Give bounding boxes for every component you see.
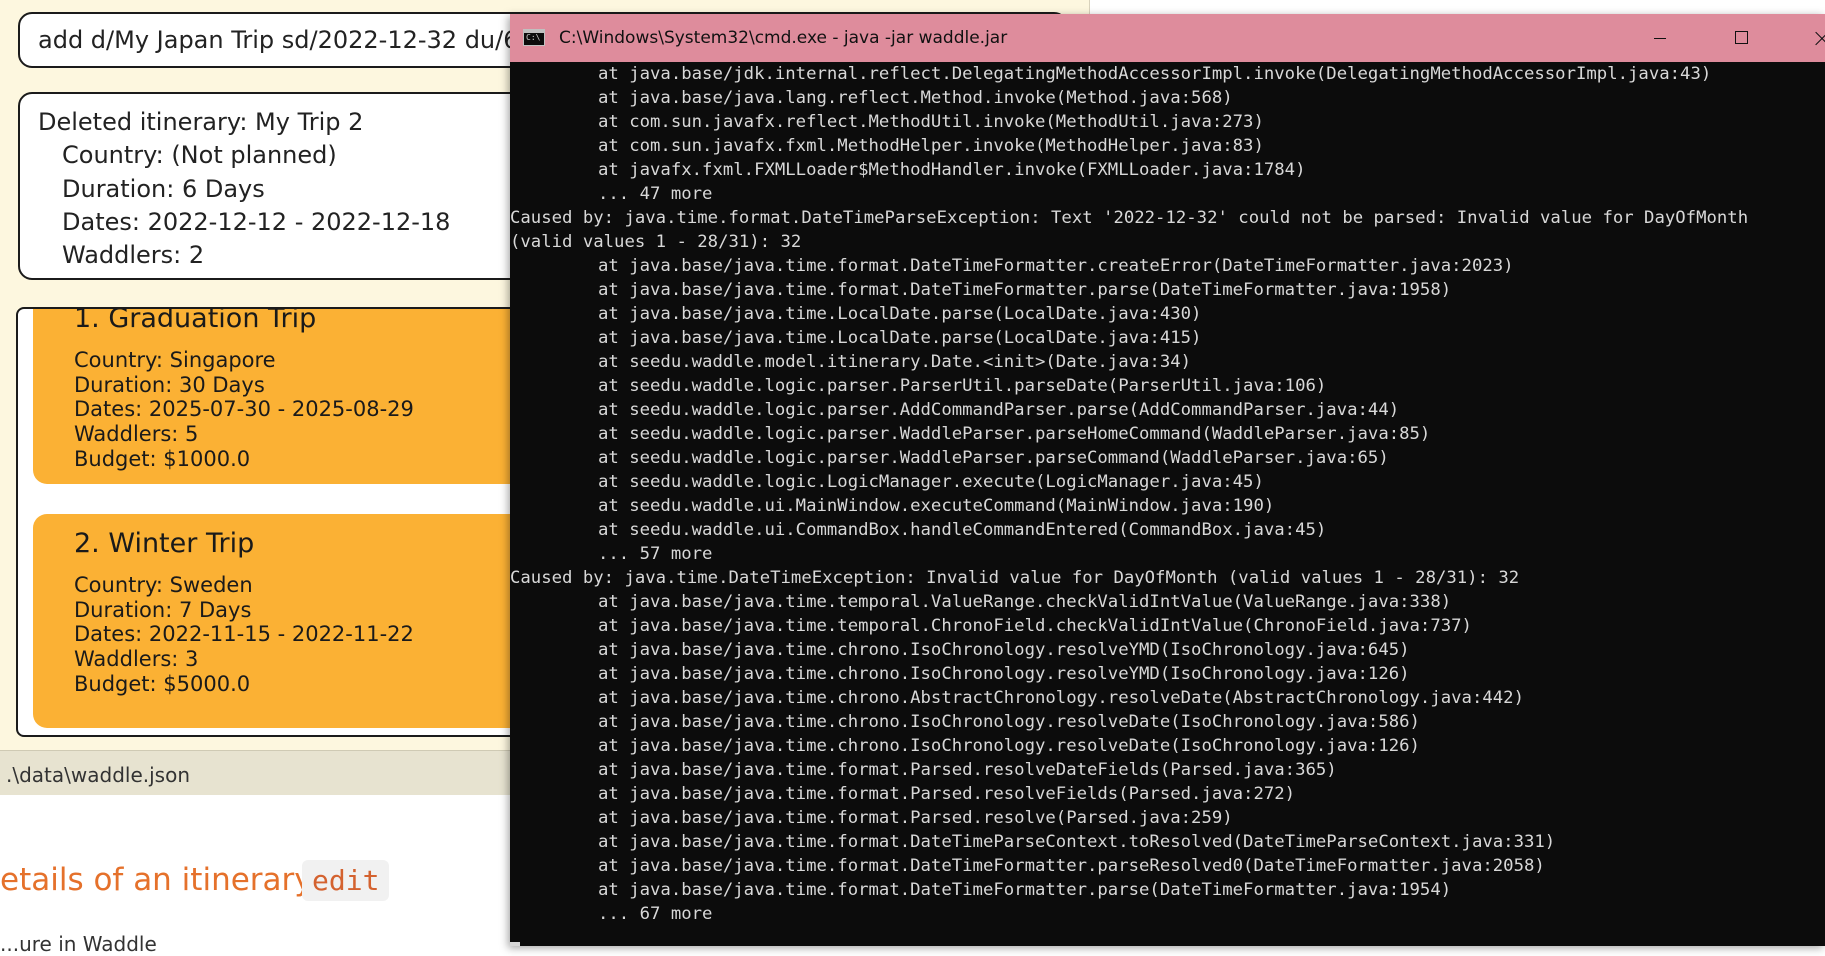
itinerary-budget: Budget: $5000.0 — [74, 672, 251, 696]
itinerary-dates: Dates: 2025-07-30 - 2025-08-29 — [74, 397, 414, 421]
save-file-path: .\data\waddle.json — [6, 763, 190, 787]
console-line: at java.base/java.time.format.DateTimeFo… — [598, 280, 1452, 300]
result-line-waddlers: Waddlers: 2 — [62, 241, 205, 269]
cmd-output[interactable]: at java.base/jdk.internal.reflect.Delega… — [510, 62, 1825, 946]
console-line: Caused by: java.time.format.DateTimePars… — [510, 208, 1749, 228]
doc-heading-text: etails of an itinerary : — [0, 862, 333, 898]
itinerary-title: 2. Winter Trip — [74, 528, 255, 559]
console-line: at com.sun.javafx.reflect.MethodUtil.inv… — [598, 112, 1264, 132]
maximize-button[interactable] — [1710, 14, 1772, 62]
result-line-title: Deleted itinerary: My Trip 2 — [38, 108, 364, 136]
itinerary-country: Country: Singapore — [74, 348, 276, 372]
itinerary-duration: Duration: 7 Days — [74, 598, 252, 622]
console-line: at seedu.waddle.logic.parser.WaddleParse… — [598, 424, 1431, 444]
result-line-country: Country: (Not planned) — [62, 141, 337, 169]
console-line: at seedu.waddle.logic.LogicManager.execu… — [598, 472, 1264, 492]
itinerary-duration: Duration: 30 Days — [74, 373, 265, 397]
console-line: ... 67 more — [598, 904, 713, 924]
console-line: at seedu.waddle.logic.parser.WaddleParse… — [598, 448, 1389, 468]
itinerary-country: Country: Sweden — [74, 573, 253, 597]
console-line: at seedu.waddle.logic.parser.AddCommandP… — [598, 400, 1400, 420]
cmd-console-icon: C:\ — [523, 29, 545, 46]
text-cursor — [510, 942, 520, 946]
console-line: at java.base/java.time.format.DateTimeFo… — [598, 856, 1545, 876]
console-line: at java.base/java.time.temporal.ValueRan… — [598, 592, 1452, 612]
console-line: at java.base/java.time.temporal.ChronoFi… — [598, 616, 1472, 636]
itinerary-waddlers: Waddlers: 5 — [74, 422, 199, 446]
doc-partial-text: ...ure in Waddle — [0, 932, 157, 956]
console-line: at java.base/java.time.chrono.IsoChronol… — [598, 736, 1420, 756]
console-line: (valid values 1 - 28/31): 32 — [510, 232, 802, 252]
itinerary-waddlers: Waddlers: 3 — [74, 647, 199, 671]
console-line: at java.base/java.time.chrono.IsoChronol… — [598, 664, 1410, 684]
doc-section-heading: etails of an itinerary : — [0, 862, 333, 898]
console-line: at java.base/java.lang.reflect.Method.in… — [598, 88, 1233, 108]
console-line: at java.base/java.time.LocalDate.parse(L… — [598, 304, 1202, 324]
console-line: at seedu.waddle.logic.parser.ParserUtil.… — [598, 376, 1327, 396]
console-line: ... 57 more — [598, 544, 713, 564]
cmd-window[interactable]: C:\ C:\Windows\System32\cmd.exe - java -… — [510, 14, 1825, 946]
console-line: at java.base/java.time.chrono.IsoChronol… — [598, 640, 1410, 660]
minimize-button[interactable] — [1629, 14, 1691, 62]
console-line: at java.base/jdk.internal.reflect.Delega… — [598, 64, 1712, 84]
console-line: at java.base/java.time.LocalDate.parse(L… — [598, 328, 1202, 348]
result-line-duration: Duration: 6 Days — [62, 175, 265, 203]
doc-inline-code: edit — [302, 860, 390, 901]
console-line: at java.base/java.time.chrono.IsoChronol… — [598, 712, 1420, 732]
console-line: at javafx.fxml.FXMLLoader$MethodHandler.… — [598, 160, 1306, 180]
console-line: at seedu.waddle.model.itinerary.Date.<in… — [598, 352, 1192, 372]
console-line: at java.base/java.time.format.DateTimeFo… — [598, 880, 1452, 900]
console-line: at java.base/java.time.format.Parsed.res… — [598, 784, 1296, 804]
console-line: at java.base/java.time.format.Parsed.res… — [598, 808, 1233, 828]
itinerary-budget: Budget: $1000.0 — [74, 447, 251, 471]
console-line: at java.base/java.time.format.DateTimeFo… — [598, 256, 1514, 276]
itinerary-dates: Dates: 2022-11-15 - 2022-11-22 — [74, 622, 414, 646]
console-line: Caused by: java.time.DateTimeException: … — [510, 568, 1520, 588]
console-line: at java.base/java.time.format.DateTimePa… — [598, 832, 1556, 852]
cmd-window-title: C:\Windows\System32\cmd.exe - java -jar … — [559, 28, 1008, 48]
itinerary-title: 1. Graduation Trip — [74, 307, 317, 334]
result-line-dates: Dates: 2022-12-12 - 2022-12-18 — [62, 208, 451, 236]
console-line: at java.base/java.time.chrono.AbstractCh… — [598, 688, 1524, 708]
console-line: at java.base/java.time.format.Parsed.res… — [598, 760, 1337, 780]
console-line: at seedu.waddle.ui.MainWindow.executeCom… — [598, 496, 1275, 516]
command-input-text[interactable]: add d/My Japan Trip sd/2022-12-32 du/6 — [38, 26, 519, 54]
console-line: at com.sun.javafx.fxml.MethodHelper.invo… — [598, 136, 1264, 156]
console-line: ... 47 more — [598, 184, 713, 204]
cmd-titlebar[interactable]: C:\ C:\Windows\System32\cmd.exe - java -… — [510, 14, 1825, 62]
close-button[interactable] — [1790, 14, 1825, 62]
console-line: at seedu.waddle.ui.CommandBox.handleComm… — [598, 520, 1327, 540]
